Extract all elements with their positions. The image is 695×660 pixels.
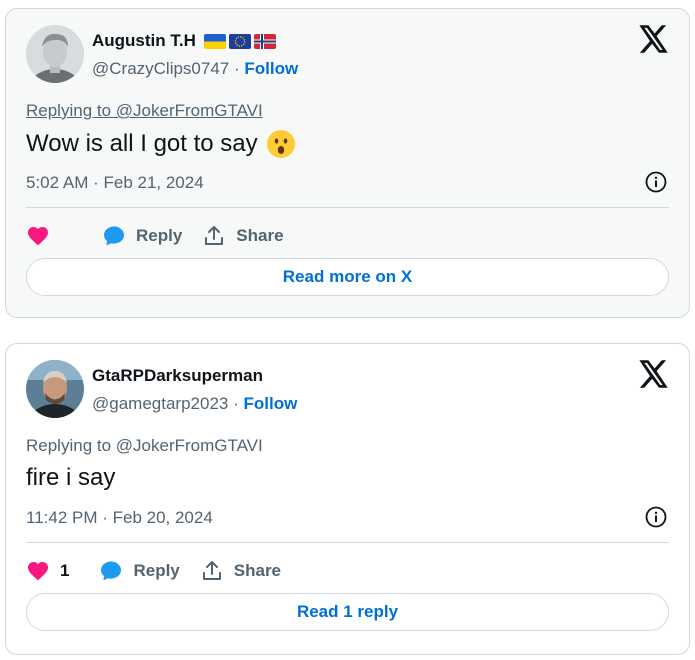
speech-bubble-icon bbox=[104, 226, 124, 246]
tweet-text: fire i say bbox=[26, 464, 116, 491]
author-handle[interactable]: @gamegtarp2023 bbox=[92, 394, 228, 413]
share-upload-icon bbox=[205, 226, 224, 245]
read-replies-button[interactable]: Read 1 reply bbox=[26, 593, 669, 631]
author-name[interactable]: GtaRPDarksuperman bbox=[92, 366, 263, 386]
speech-bubble-icon bbox=[101, 561, 122, 581]
ukraine-flag-icon bbox=[203, 33, 226, 49]
handle-row: @CrazyClips0747 · Follow bbox=[92, 59, 298, 79]
divider bbox=[26, 207, 669, 208]
avatar[interactable] bbox=[26, 360, 84, 418]
like-button[interactable] bbox=[26, 224, 60, 248]
action-bar: 1 Reply Share bbox=[26, 556, 281, 586]
timestamp[interactable]: 11:42 PM · Feb 20, 2024 bbox=[26, 508, 213, 528]
heart-icon bbox=[28, 562, 48, 581]
info-icon[interactable] bbox=[645, 506, 667, 528]
like-button[interactable]: 1 bbox=[26, 559, 69, 583]
separator: · bbox=[233, 394, 239, 413]
eu-flag-icon bbox=[228, 33, 251, 49]
reply-button[interactable]: Reply bbox=[99, 559, 180, 583]
norway-flag-icon bbox=[253, 33, 276, 49]
heart-icon bbox=[28, 227, 48, 246]
replying-to-link[interactable]: Replying to @JokerFromGTAVI bbox=[26, 436, 263, 456]
share-button[interactable]: Share bbox=[200, 559, 281, 583]
action-bar: Reply Share bbox=[26, 221, 284, 251]
separator: · bbox=[234, 59, 240, 78]
handle-row: @gamegtarp2023 · Follow bbox=[92, 394, 297, 414]
read-more-button[interactable]: Read more on X bbox=[26, 258, 669, 296]
x-logo-icon[interactable] bbox=[639, 25, 669, 53]
divider bbox=[26, 542, 669, 543]
x-logo-icon[interactable] bbox=[639, 360, 669, 388]
astonished-face-emoji-icon bbox=[266, 130, 295, 158]
tweet-text: Wow is all I got to say bbox=[26, 129, 296, 159]
share-button[interactable]: Share bbox=[202, 224, 284, 248]
follow-button[interactable]: Follow bbox=[244, 59, 298, 78]
author-handle[interactable]: @CrazyClips0747 bbox=[92, 59, 229, 78]
timestamp[interactable]: 5:02 AM · Feb 21, 2024 bbox=[26, 173, 204, 193]
reply-button[interactable]: Reply bbox=[102, 224, 182, 248]
replying-to-link[interactable]: Replying to @JokerFromGTAVI bbox=[26, 101, 263, 121]
like-count: 1 bbox=[60, 561, 70, 580]
tweet-card[interactable]: Augustin T.H @CrazyClips0747 · Follow Re… bbox=[5, 8, 690, 318]
share-upload-icon bbox=[202, 561, 221, 580]
follow-button[interactable]: Follow bbox=[244, 394, 298, 413]
info-icon[interactable] bbox=[645, 171, 667, 193]
author-name[interactable]: Augustin T.H bbox=[92, 31, 276, 51]
avatar[interactable] bbox=[26, 25, 84, 83]
tweet-card[interactable]: GtaRPDarksuperman @gamegtarp2023 · Follo… bbox=[5, 343, 690, 655]
